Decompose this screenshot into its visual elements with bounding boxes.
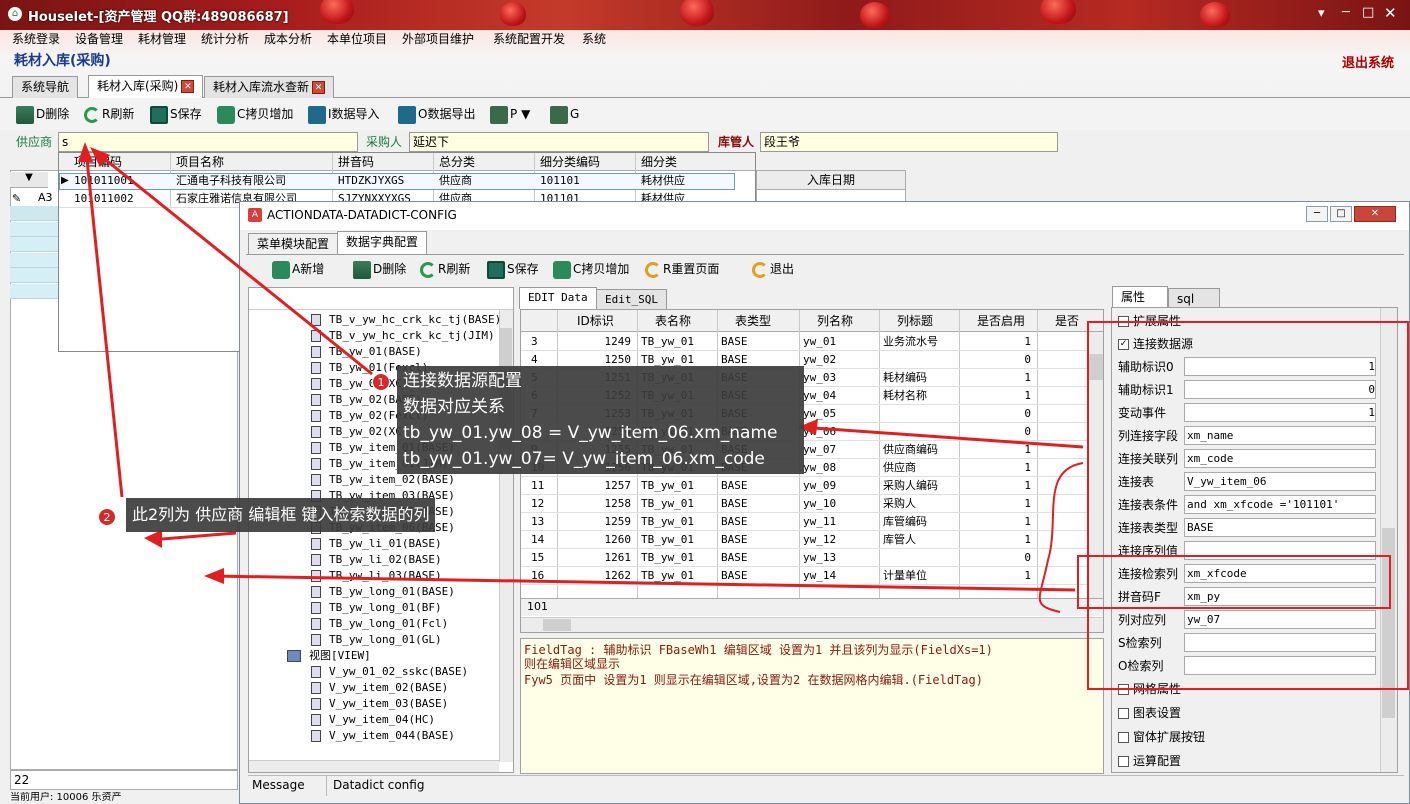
badge-1: 1 — [372, 373, 390, 391]
arrow-head-4 — [90, 147, 110, 167]
callout-1-line: tb_yw_01.yw_07= V_yw_item_06.xm_code — [403, 449, 765, 469]
arrow-line-3 — [84, 149, 124, 498]
arrow-line-5 — [149, 531, 237, 542]
arrow-line-1 — [799, 425, 1084, 449]
arrow-head-3 — [78, 142, 93, 162]
arrow-head-5 — [144, 530, 162, 548]
arrow-head-2 — [204, 568, 224, 584]
callout-1-line: 连接数据源配置 — [403, 371, 522, 391]
callout-1: 连接数据源配置 数据对应关系 tb_yw_01.yw_08 = V_yw_ite… — [397, 366, 804, 474]
arrow-line-2 — [211, 574, 1076, 592]
arrow-line-4 — [95, 150, 373, 376]
callout-2: 此2列为 供应商 编辑框 键入检索数据的列 — [126, 498, 436, 532]
callout-1-line: tb_yw_01.yw_08 = V_yw_item_06.xm_name — [403, 423, 778, 443]
badge-2: 2 — [98, 508, 116, 526]
highlight-box-search-cols — [1077, 555, 1391, 609]
highlight-box-datasource — [1087, 321, 1409, 690]
callout-1-line: 数据对应关系 — [403, 397, 505, 417]
